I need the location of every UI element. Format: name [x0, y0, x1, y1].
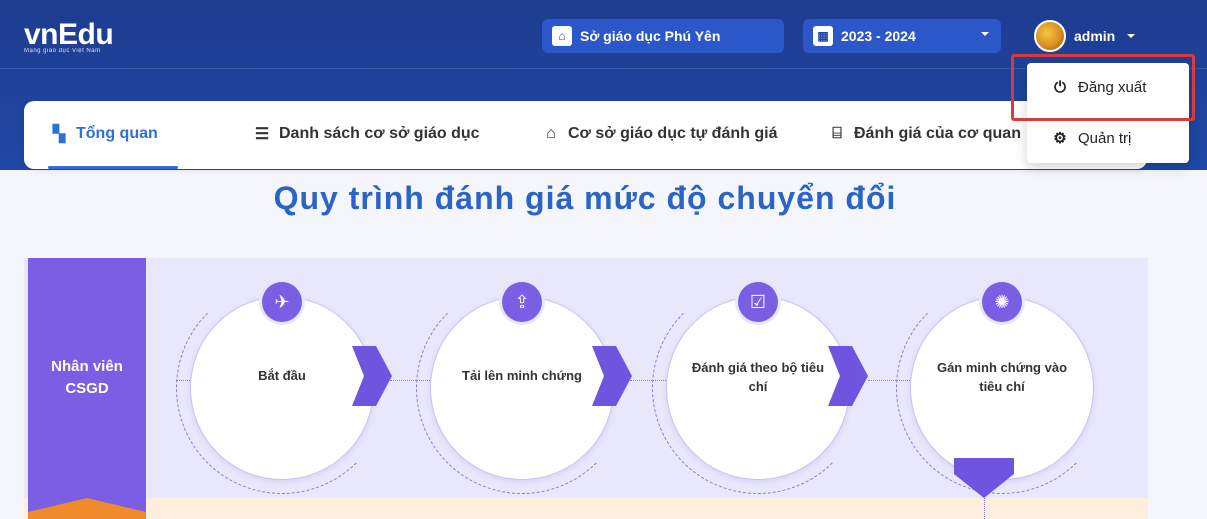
next-role-marker — [28, 498, 146, 519]
page-title: Quy trình đánh giá mức độ chuyển đổi — [273, 180, 897, 216]
tab-overview[interactable]: ▚ Tổng quan — [48, 123, 158, 145]
username: admin — [1074, 28, 1116, 44]
step-label: Tải lên minh chứng — [462, 368, 582, 383]
step-label: Đánh giá theo bộ tiêu chí — [691, 360, 825, 394]
tab-label: Cơ sở giáo dục tự đánh giá — [568, 125, 778, 142]
step-label: Bắt đầu — [258, 368, 306, 383]
calendar-icon: ▦ — [813, 26, 833, 46]
process-step-start[interactable]: ✈ Bắt đầu — [176, 282, 392, 494]
school-icon: ⌂ — [546, 125, 556, 142]
step-circle — [190, 296, 374, 480]
tab-school-list[interactable]: ☰ Danh sách cơ sở giáo dục — [251, 123, 480, 145]
rocket-icon: ✈ — [262, 282, 302, 322]
avatar — [1034, 20, 1066, 52]
caret-down-icon — [1127, 34, 1136, 42]
department-label: Sở giáo dục Phú Yên — [580, 28, 721, 44]
main-nav: ▚ Tổng quan ☰ Danh sách cơ sở giáo dục ⌂… — [24, 101, 1147, 169]
school-year-label: 2023 - 2024 — [841, 28, 916, 44]
logo-text: vnEdu — [24, 18, 114, 51]
gear-icon: ⚙ — [1053, 130, 1067, 147]
upload-clipboard-icon: ⇪ — [502, 282, 542, 322]
tab-label: Danh sách cơ sở giáo dục — [279, 125, 480, 142]
active-tab-indicator — [48, 166, 178, 169]
logo-tagline: Mạng giáo dục Việt Nam — [24, 48, 101, 54]
network-icon: ✺ — [982, 282, 1022, 322]
next-lane — [24, 498, 1148, 519]
user-menu-toggle[interactable]: admin — [1034, 20, 1136, 52]
tab-label: Đánh giá của cơ quan — [854, 125, 1021, 142]
process-step-assign[interactable]: ✺ Gán minh chứng vào tiêu chí — [896, 282, 1108, 494]
department-selector[interactable]: ⌂ Sở giáo dục Phú Yên — [542, 19, 784, 53]
dashboard-icon: ▚ — [52, 126, 66, 143]
process-step-upload[interactable]: ⇪ Tải lên minh chứng — [416, 282, 632, 494]
annotation-highlight — [1011, 54, 1195, 121]
admin-menu-item[interactable]: ⚙ Quản trị — [1052, 129, 1132, 148]
admin-label: Quản trị — [1078, 129, 1132, 147]
vnedu-logo[interactable]: vnEdu Mạng giáo dục Việt Nam — [24, 18, 114, 54]
list-icon: ☰ — [254, 126, 270, 143]
school-building-icon: ⌂ — [552, 26, 572, 46]
tab-self-assessment[interactable]: ⌂ Cơ sở giáo dục tự đánh giá — [540, 123, 777, 145]
institution-icon: ⌸ — [832, 125, 842, 142]
tab-label: Tổng quan — [76, 125, 158, 142]
tab-agency-assessment[interactable]: ⌸ Đánh giá của cơ quan — [826, 123, 1021, 145]
checklist-icon: ☑ — [738, 282, 778, 322]
role-label: Nhân viên CSGD — [28, 258, 146, 498]
connector-line — [984, 498, 985, 519]
step-label: Gán minh chứng vào tiêu chí — [936, 360, 1068, 394]
process-step-evaluate[interactable]: ☑ Đánh giá theo bộ tiêu chí — [652, 282, 868, 494]
step-circle — [430, 296, 614, 480]
chevron-down-icon — [981, 32, 989, 40]
school-year-select[interactable]: ▦ 2023 - 2024 — [803, 19, 1001, 53]
